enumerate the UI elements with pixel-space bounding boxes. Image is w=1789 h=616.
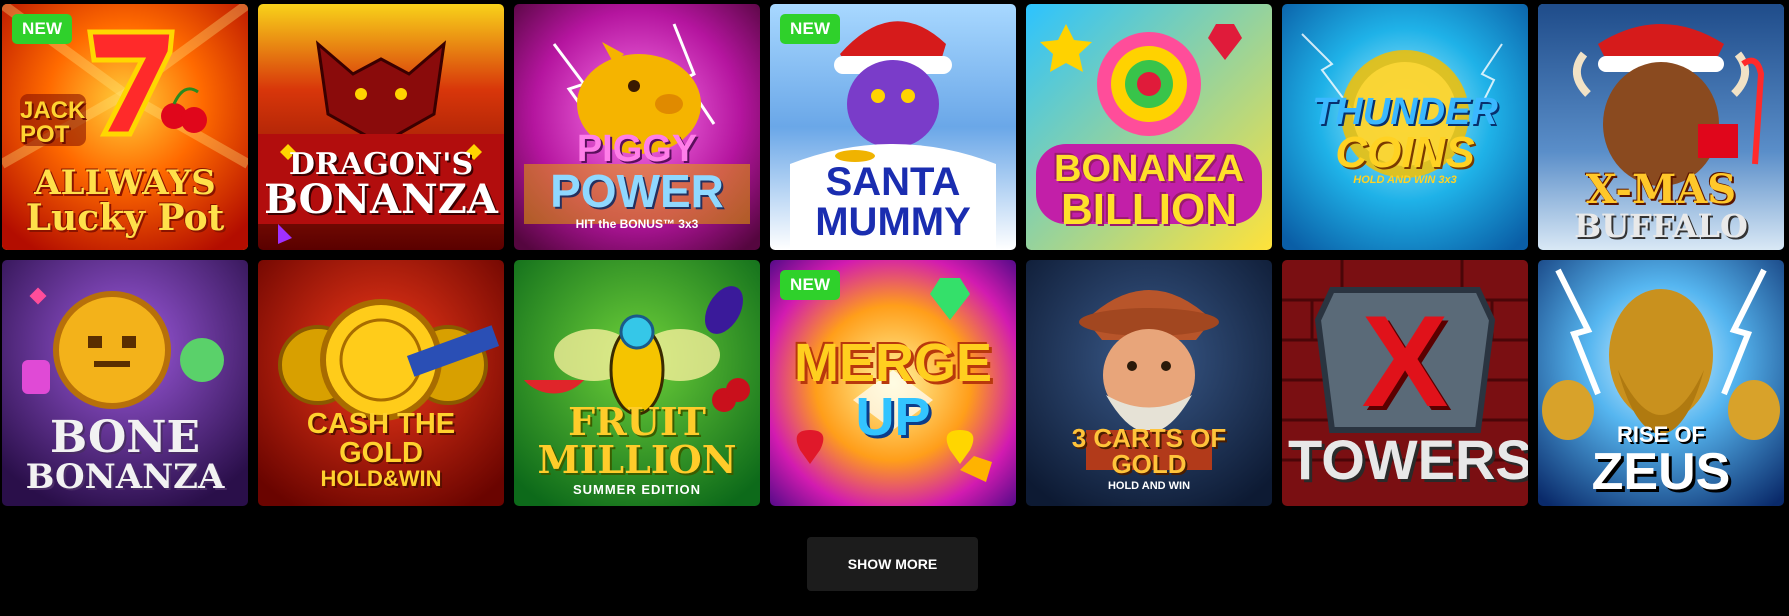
- game-title: FRUIT MILLION SUMMER EDITION: [537, 399, 737, 497]
- game-title: SANTA MUMMY: [815, 160, 971, 244]
- game-title: X-MAS BUFFALO: [1574, 166, 1748, 245]
- game-title: CASH THE GOLD HOLD&WIN: [306, 408, 456, 491]
- game-title: RISE OF ZEUS: [1591, 422, 1731, 501]
- game-tile-3-carts-of-gold[interactable]: 3 CARTS OF GOLD HOLD AND WIN: [1026, 260, 1272, 506]
- game-sublabel: JACK POT: [20, 97, 86, 148]
- game-tile-merge-up[interactable]: MERGE UP NEW: [770, 260, 1016, 506]
- game-tile-bone-bonanza[interactable]: BONE BONANZA: [2, 260, 248, 506]
- game-tile-santa-mummy[interactable]: SANTA MUMMY NEW: [770, 4, 1016, 250]
- game-title: BONE BONANZA: [25, 412, 225, 497]
- game-tile-allways-lucky-pot[interactable]: JACK POT ALLWAYS Lucky Pot NEW: [2, 4, 248, 250]
- game-tile-dragons-bonanza[interactable]: DRAGON'S BONANZA: [258, 4, 504, 250]
- game-tile-x-mas-buffalo[interactable]: X-MAS BUFFALO: [1538, 4, 1784, 250]
- game-title: TOWERS: [1288, 428, 1528, 491]
- game-title: DRAGON'S BONANZA: [264, 147, 498, 223]
- game-tile-fruit-million[interactable]: FRUIT MILLION SUMMER EDITION: [514, 260, 760, 506]
- game-tile-rise-of-zeus[interactable]: RISE OF ZEUS: [1538, 260, 1784, 506]
- game-title: BONANZA BILLION: [1054, 148, 1244, 234]
- new-badge: NEW: [780, 270, 841, 300]
- game-tile-x-towers[interactable]: X TOWERS: [1282, 260, 1528, 506]
- games-grid: JACK POT ALLWAYS Lucky Pot NEW DRAGON'S …: [2, 4, 1784, 506]
- game-title: THUNDER COINS HOLD AND WIN 3x3: [1312, 91, 1498, 186]
- game-tile-thunder-coins[interactable]: THUNDER COINS HOLD AND WIN 3x3: [1282, 4, 1528, 250]
- new-badge: NEW: [12, 14, 73, 44]
- new-badge: NEW: [780, 14, 841, 44]
- game-tile-cash-the-gold[interactable]: CASH THE GOLD HOLD&WIN: [258, 260, 504, 506]
- game-tile-piggy-power[interactable]: PIGGY POWER HIT the BONUS™ 3x3: [514, 4, 760, 250]
- game-title: ALLWAYS Lucky Pot: [25, 163, 225, 239]
- x-logo: X: [1361, 288, 1449, 434]
- game-title: PIGGY POWER HIT the BONUS™ 3x3: [550, 128, 724, 231]
- game-title: MERGE UP: [793, 333, 993, 447]
- show-more-button[interactable]: SHOW MORE: [807, 537, 978, 591]
- game-tile-bonanza-billion[interactable]: BONANZA BILLION: [1026, 4, 1272, 250]
- game-title: 3 CARTS OF GOLD HOLD AND WIN: [1071, 423, 1227, 492]
